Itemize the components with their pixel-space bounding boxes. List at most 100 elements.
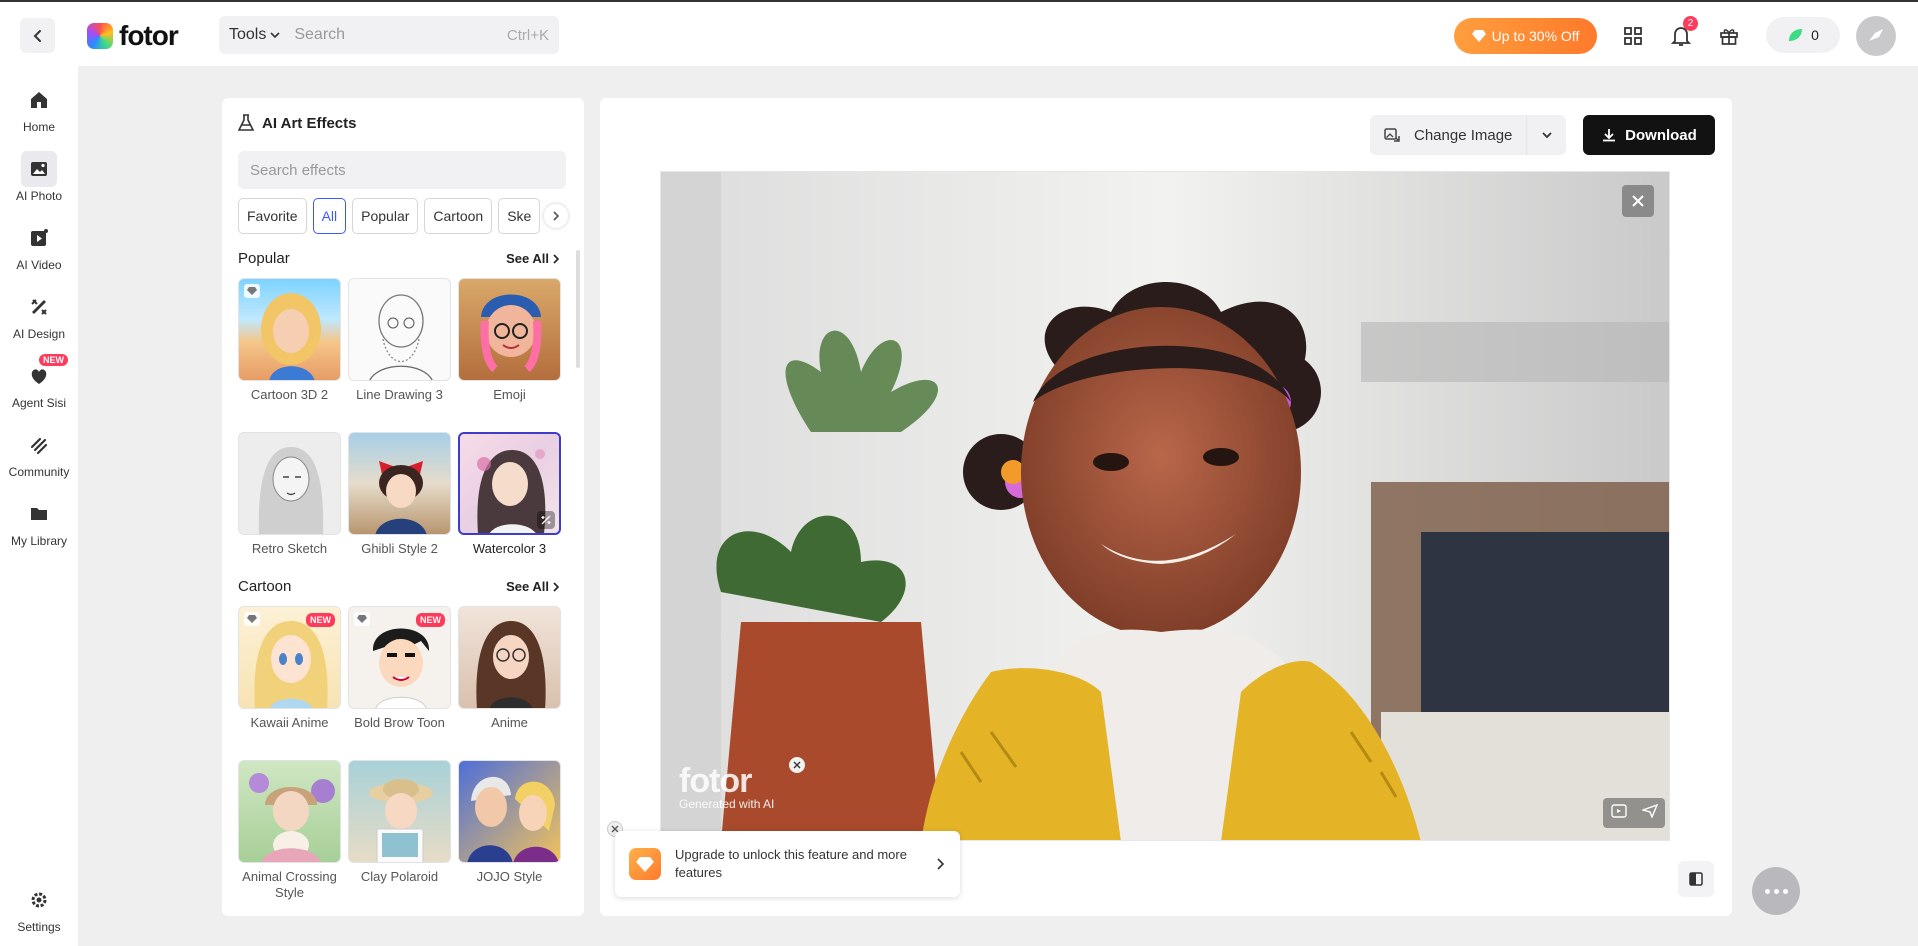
credits-button[interactable]: 0	[1766, 17, 1840, 53]
effect-label: Kawaii Anime	[250, 715, 329, 730]
effect-label: Bold Brow Toon	[354, 715, 445, 730]
chip-popular[interactable]: Popular	[352, 198, 419, 234]
sidebar-item-home[interactable]: Home	[0, 82, 78, 134]
pro-diamond-icon	[354, 612, 370, 626]
see-all-label: See All	[506, 251, 549, 266]
section-title: Cartoon	[238, 578, 292, 595]
chevron-right-icon	[553, 211, 560, 221]
sidebar-item-ai-photo[interactable]: AI Photo	[0, 151, 78, 203]
notification-count: 2	[1683, 16, 1698, 31]
more-options-button[interactable]	[1752, 867, 1800, 915]
upgrade-text: Upgrade to unlock this feature and more …	[675, 847, 907, 880]
diamond-icon	[1471, 30, 1486, 42]
user-avatar[interactable]	[1856, 16, 1896, 56]
community-icon	[21, 427, 57, 463]
effect-card-cartoon-3d-2[interactable]: Cartoon 3D 2	[238, 278, 341, 403]
effect-label: Anime	[491, 715, 528, 730]
see-all-label: See All	[506, 579, 549, 594]
share-send-icon[interactable]	[1640, 803, 1658, 823]
ai-photo-icon	[21, 151, 57, 187]
sidebar-item-label: AI Video	[16, 258, 62, 272]
effect-thumbnail	[238, 278, 341, 381]
effect-card-jojo-style[interactable]: JOJO Style	[458, 760, 561, 885]
sidebar-item-label: Community	[8, 465, 70, 479]
sidebar-item-my-library[interactable]: My Library	[0, 496, 78, 548]
home-icon	[21, 82, 57, 118]
section-popular-header: Popular See All	[238, 250, 560, 267]
effect-label: Watercolor 3	[472, 541, 547, 556]
chip-favorite[interactable]: Favorite	[238, 198, 307, 234]
remove-watermark-button[interactable]	[789, 757, 805, 773]
effect-label: Emoji	[493, 387, 526, 402]
chevron-down-icon	[270, 32, 280, 39]
back-button[interactable]	[20, 18, 55, 53]
add-to-library-icon[interactable]	[1610, 803, 1627, 823]
effect-card-animal-crossing-style[interactable]: Animal Crossing Style	[238, 760, 341, 901]
sidebar-item-label: Agent Sisi	[11, 396, 67, 410]
image-swap-icon	[1370, 126, 1414, 144]
brand-logo[interactable]: fotor	[87, 20, 179, 52]
upgrade-banner[interactable]: Upgrade to unlock this feature and more …	[615, 831, 960, 897]
effects-search-input[interactable]: Search effects	[238, 151, 566, 189]
chip-all[interactable]: All	[312, 198, 347, 234]
change-image-label: Change Image	[1414, 126, 1513, 144]
chevron-right-icon	[937, 858, 945, 870]
search-input[interactable]: Search	[294, 26, 507, 44]
close-icon	[793, 761, 801, 769]
effect-card-clay-polaroid[interactable]: Clay Polaroid	[348, 760, 451, 885]
credits-count: 0	[1811, 27, 1819, 43]
sidebar-item-agent-sisi[interactable]: NEW Agent Sisi	[0, 354, 78, 410]
effect-label: Clay Polaroid	[360, 869, 439, 884]
scrollbar-thumb[interactable]	[576, 250, 580, 368]
download-label: Download	[1625, 126, 1697, 144]
effect-card-ghibli-style-2[interactable]: Ghibli Style 2	[348, 432, 451, 557]
panel-title: AI Art Effects	[238, 114, 356, 132]
pro-diamond-icon	[244, 284, 260, 298]
effect-card-anime[interactable]: Anime	[458, 606, 561, 731]
effect-thumbnail	[238, 760, 341, 863]
promo-button[interactable]: Up to 30% Off	[1454, 18, 1597, 54]
tools-label: Tools	[229, 26, 267, 43]
close-preview-button[interactable]	[1622, 185, 1654, 217]
fotor-watermark: fotor Generated with AI	[679, 762, 774, 811]
sidebar-item-label: My Library	[10, 534, 67, 548]
see-all-popular[interactable]: See All	[506, 251, 560, 266]
change-image-button[interactable]: Change Image	[1370, 115, 1566, 155]
effect-card-emoji[interactable]: Emoji	[458, 278, 561, 403]
effect-thumbnail	[458, 606, 561, 709]
category-chips: Favorite All Popular Cartoon Ske	[238, 198, 568, 234]
effect-card-line-drawing-3[interactable]: Line Drawing 3	[348, 278, 451, 403]
chip-cartoon[interactable]: Cartoon	[424, 198, 493, 234]
download-button[interactable]: Download	[1583, 115, 1715, 155]
change-image-dropdown[interactable]	[1526, 115, 1566, 155]
effect-thumbnail: NEW	[348, 606, 451, 709]
sidebar-item-ai-design[interactable]: AI Design	[0, 289, 78, 341]
edited-photo	[661, 172, 1669, 840]
tools-dropdown[interactable]: Tools	[219, 26, 280, 44]
section-cartoon-header: Cartoon See All	[238, 578, 560, 595]
folder-icon	[21, 496, 57, 532]
global-search[interactable]: Tools Search Ctrl+K	[219, 16, 559, 54]
see-all-cartoon[interactable]: See All	[506, 579, 560, 594]
diamond-icon	[629, 848, 661, 880]
effect-card-kawaii-anime[interactable]: NEW Kawaii Anime	[238, 606, 341, 731]
chip-sketch[interactable]: Ske	[498, 198, 541, 234]
image-canvas[interactable]: fotor Generated with AI	[660, 171, 1670, 841]
canvas-tools	[1603, 798, 1665, 828]
notifications-button[interactable]: 2	[1667, 16, 1698, 50]
new-badge: NEW	[306, 613, 335, 627]
sidebar-item-ai-video[interactable]: AI Video	[0, 220, 78, 272]
apps-grid-button[interactable]	[1619, 22, 1647, 50]
chips-scroll-right[interactable]	[544, 204, 568, 228]
brand-name: fotor	[119, 20, 179, 51]
section-title: Popular	[238, 250, 290, 267]
sidebar-item-community[interactable]: Community	[0, 427, 78, 479]
compare-toggle-button[interactable]	[1678, 861, 1714, 897]
gift-button[interactable]	[1715, 22, 1743, 50]
effect-card-watercolor-3[interactable]: Watercolor 3	[458, 432, 561, 557]
effect-card-bold-brow-toon[interactable]: NEW Bold Brow Toon	[348, 606, 451, 731]
sidebar-item-label: Settings	[17, 920, 61, 934]
sidebar-item-settings[interactable]: Settings	[0, 882, 78, 934]
effect-thumbnail	[348, 278, 451, 381]
effect-card-retro-sketch[interactable]: Retro Sketch	[238, 432, 341, 557]
